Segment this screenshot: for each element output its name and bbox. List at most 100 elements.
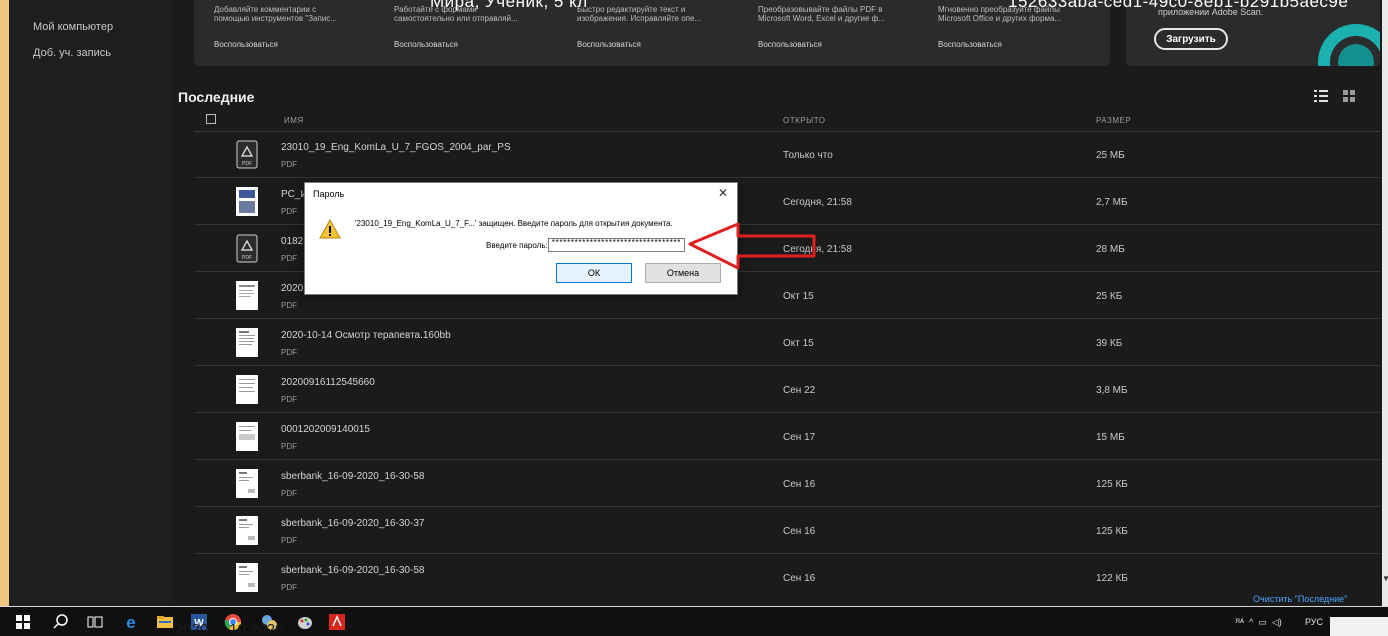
file-row[interactable]: 0001202009140015 PDF Сен 17 15 МБ xyxy=(194,414,1380,460)
paint-icon[interactable] xyxy=(296,613,314,631)
column-header-opened[interactable]: ОТКРЫТО xyxy=(783,116,825,125)
file-name: 23010_19_Eng_KomLa_U_7_FGOS_2004_par_PS xyxy=(281,142,511,153)
windows-start-icon[interactable] xyxy=(14,613,32,631)
file-type: PDF xyxy=(281,489,297,498)
tool-export: Преобразовывайте файлы PDF в Microsoft Wo… xyxy=(758,0,928,49)
file-size: 25 КБ xyxy=(1096,291,1123,302)
file-row[interactable]: sberbank_16-09-2020_16-30-58 PDF Сен 16 … xyxy=(194,555,1380,601)
dialog-message: '23010_19_Eng_KomLa_U_7_F...' защищен. В… xyxy=(355,219,673,228)
tool-use-link[interactable]: Воспользоваться xyxy=(214,40,278,49)
app-window: Мой компьютер Доб. уч. запись Добавляйте… xyxy=(0,0,1388,636)
search-icon[interactable] xyxy=(52,613,70,631)
sidebar-item-my-computer[interactable]: Мой компьютер xyxy=(33,21,113,33)
grid-view-icon[interactable] xyxy=(1341,88,1357,104)
tool-use-link[interactable]: Воспользоваться xyxy=(394,40,458,49)
file-opened: Окт 15 xyxy=(783,291,814,302)
pdf-icon: PDF xyxy=(236,140,258,169)
doc-thumbnail-icon xyxy=(236,375,258,404)
doc-thumbnail-icon xyxy=(236,469,258,498)
password-dialog: Пароль ✕ '23010_19_Eng_KomLa_U_7_F...' з… xyxy=(304,182,738,295)
left-edge-strip xyxy=(0,0,9,606)
file-opened: Сен 16 xyxy=(783,573,816,584)
clear-recent-link[interactable]: Очистить "Последние" xyxy=(1253,594,1347,604)
file-type: PDF xyxy=(281,254,297,263)
sidebar: Мой компьютер Доб. уч. запись xyxy=(9,0,174,606)
scroll-down-icon[interactable]: ▼ xyxy=(1382,572,1388,586)
file-type: PDF xyxy=(281,583,297,592)
tool-description: Добавляйте комментарии с помощью инструме… xyxy=(214,5,337,23)
file-name: 0001202009140015 xyxy=(281,424,370,435)
password-label: Введите пароль: xyxy=(486,241,548,250)
file-opened: Сегодня, 21:58 xyxy=(783,197,852,208)
dialog-title: Пароль xyxy=(313,189,345,199)
scrollbar[interactable] xyxy=(1382,0,1388,606)
tool-description: Преобразовывайте файлы PDF в Microsoft Wo… xyxy=(758,5,885,23)
acrobat-icon[interactable] xyxy=(328,613,346,631)
file-opened: Сен 17 xyxy=(783,432,816,443)
red-arrow-annotation xyxy=(688,222,816,270)
file-size: 3,8 МБ xyxy=(1096,385,1128,396)
tool-use-link[interactable]: Воспользоваться xyxy=(577,40,641,49)
adobe-scan-logo-icon xyxy=(1318,24,1380,66)
doc-thumbnail-icon xyxy=(236,516,258,545)
download-button[interactable]: Загрузить xyxy=(1154,28,1228,50)
file-type: PDF xyxy=(281,207,297,216)
ok-button[interactable]: ОК xyxy=(556,263,632,283)
taskbar: e W 2020 ... 10 2020 ᴿᴬ ^ ▭ ◁) РУС xyxy=(0,606,1388,636)
doc-thumbnail-icon xyxy=(236,187,258,216)
file-opened: Сен 22 xyxy=(783,385,816,396)
task-view-icon[interactable] xyxy=(86,613,104,631)
file-name: sberbank_16-09-2020_16-30-58 xyxy=(281,471,425,482)
file-type: PDF xyxy=(281,160,297,169)
select-all-checkbox[interactable] xyxy=(206,114,216,124)
close-icon[interactable]: ✕ xyxy=(715,185,731,201)
file-size: 15 МБ xyxy=(1096,432,1125,443)
file-row[interactable]: 2020-10-14 Осмотр терапевта.160bb PDF Ок… xyxy=(194,320,1380,366)
file-size: 125 КБ xyxy=(1096,479,1128,490)
tool-comment: Добавляйте комментарии с помощью инструме… xyxy=(214,0,384,49)
svg-text:e: e xyxy=(126,613,135,631)
file-type: PDF xyxy=(281,395,297,404)
pdf-icon: PDF xyxy=(236,234,258,263)
file-row[interactable]: sberbank_16-09-2020_16-30-37 PDF Сен 16 … xyxy=(194,508,1380,554)
file-name: 20200916112545660 xyxy=(281,377,375,388)
file-name: 2020-10-14 Осмотр терапевта.160bb xyxy=(281,330,451,341)
language-indicator[interactable]: РУС xyxy=(1305,617,1323,627)
tool-use-link[interactable]: Воспользоваться xyxy=(938,40,1002,49)
file-size: 125 КБ xyxy=(1096,526,1128,537)
sidebar-item-add-account[interactable]: Доб. уч. запись xyxy=(33,47,111,59)
doc-thumbnail-icon xyxy=(236,328,258,357)
file-row[interactable]: 20200916112545660 PDF Сен 22 3,8 МБ xyxy=(194,367,1380,413)
tools-strip: Добавляйте комментарии с помощью инструме… xyxy=(194,0,1110,66)
doc-thumbnail-icon xyxy=(236,563,258,592)
list-view-icon[interactable] xyxy=(1313,88,1329,104)
file-row[interactable]: sberbank_16-09-2020_16-30-58 PDF Сен 16 … xyxy=(194,461,1380,507)
file-opened: Сен 16 xyxy=(783,479,816,490)
column-header-name[interactable]: ИМЯ xyxy=(284,116,304,125)
svg-text:PDF: PDF xyxy=(242,255,252,261)
file-type: PDF xyxy=(281,348,297,357)
file-explorer-icon[interactable] xyxy=(156,613,174,631)
page-title: Последние xyxy=(178,89,255,105)
warning-icon xyxy=(319,219,341,239)
file-name: sberbank_16-09-2020_16-30-37 xyxy=(281,518,425,529)
edge-browser-icon[interactable]: e xyxy=(122,613,140,631)
file-size: 122 КБ xyxy=(1096,573,1128,584)
file-size: 28 МБ xyxy=(1096,244,1125,255)
tool-description: Быстро редактируйте текст и изображения. … xyxy=(577,5,702,23)
file-row[interactable]: PDF 23010_19_Eng_KomLa_U_7_FGOS_2004_par… xyxy=(194,132,1380,178)
doc-thumbnail-icon xyxy=(236,422,258,451)
overlay-text-right: 152633aba-ced1-49c0-8eb1-b291b5aec9e xyxy=(1008,0,1349,11)
file-name: 2020 xyxy=(281,283,304,294)
password-input[interactable]: ********************************** xyxy=(548,238,685,252)
svg-text:PDF: PDF xyxy=(242,161,252,167)
tray-icons[interactable]: ᴿᴬ ^ ▭ ◁) xyxy=(1236,617,1282,628)
file-type: PDF xyxy=(281,536,297,545)
file-type: PDF xyxy=(281,301,297,310)
file-opened: Окт 15 xyxy=(783,338,814,349)
tool-use-link[interactable]: Воспользоваться xyxy=(758,40,822,49)
column-header-size[interactable]: РАЗМЕР xyxy=(1096,116,1131,125)
corner-overlay-image xyxy=(1330,617,1388,636)
file-name: sberbank_16-09-2020_16-30-58 xyxy=(281,565,425,576)
background-text: 2020 ... 10 2020 xyxy=(175,621,284,636)
